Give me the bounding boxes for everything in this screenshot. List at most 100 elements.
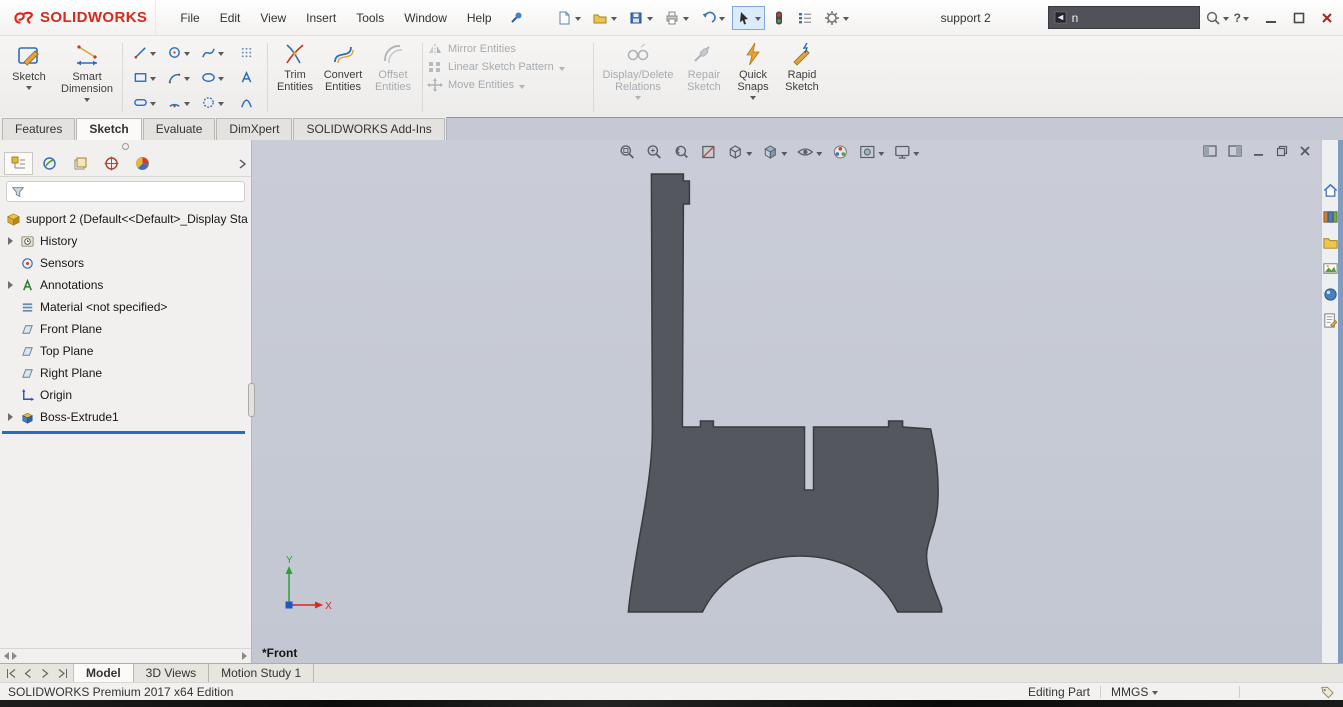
repair-sketch-button[interactable]: Repair Sketch [678,38,730,114]
expand-arrow-icon[interactable] [8,413,13,421]
zoom-fit-button[interactable] [617,142,637,162]
filter-input[interactable] [6,181,245,202]
next-tab-button[interactable] [38,668,52,678]
tab-dimxpertmanager[interactable] [97,152,126,175]
design-library-button[interactable] [1320,206,1340,226]
appearances-button[interactable] [1320,284,1340,304]
ellipse-tool[interactable] [201,70,216,85]
close-button[interactable] [1315,7,1339,29]
home-button[interactable] [1320,180,1340,200]
custom-properties-button[interactable] [1320,310,1340,330]
three-point-arc-tool[interactable] [167,95,182,110]
slot-tool[interactable] [133,95,148,110]
custom-properties-tag-button[interactable] [1320,685,1335,699]
file-explorer-button[interactable] [1320,232,1340,252]
zoom-to-area-button[interactable] [644,142,664,162]
search-button[interactable] [1205,10,1229,26]
tree-item-sensors[interactable]: Sensors [0,252,251,274]
rollback-bar[interactable] [2,431,245,434]
menu-insert[interactable]: Insert [296,6,346,30]
tree-item-origin[interactable]: Origin [0,384,251,406]
tab-features[interactable]: Features [2,118,76,140]
new-document-button[interactable] [552,6,585,30]
panel-splitter-handle[interactable] [248,383,255,417]
tree-item-material[interactable]: Material <not specified> [0,296,251,318]
tree-item-top-plane[interactable]: Top Plane [0,340,251,362]
units-selector[interactable]: MMGS [1111,685,1229,699]
display-delete-relations-button[interactable]: Display/Delete Relations [598,38,678,114]
view-palette-button[interactable] [1320,258,1340,278]
open-button[interactable] [588,6,621,30]
tab-featuremanager-tree[interactable] [4,152,33,175]
help-button[interactable]: ? [1234,11,1249,25]
scroll-right-icon[interactable] [12,652,17,660]
previous-view-button[interactable] [671,142,691,162]
quick-snaps-button[interactable]: Quick Snaps [730,38,776,114]
interface-options-button[interactable] [768,6,790,30]
sketch-picture-tool[interactable] [239,45,254,60]
menu-window[interactable]: Window [394,6,457,30]
tree-item-boss-extrude1[interactable]: Boss-Extrude1 [0,406,251,428]
view-settings-button[interactable] [892,142,920,162]
expand-arrow-icon[interactable] [8,281,13,289]
pin-menu-button[interactable] [508,10,524,26]
section-view-button[interactable] [698,142,718,162]
doc-minimize-button[interactable] [1253,145,1265,157]
graphics-area[interactable]: Y X *Front [252,140,1321,663]
smart-dimension-button[interactable]: Smart Dimension [56,38,118,114]
perimeter-circle-tool[interactable] [201,95,216,110]
command-list-button[interactable] [793,6,817,30]
tab-sketch[interactable]: Sketch [76,118,142,140]
maximize-button[interactable] [1287,7,1311,29]
tree-item-history[interactable]: History [0,230,251,252]
select-button[interactable] [731,5,765,30]
tree-root[interactable]: support 2 (Default<<Default>_Display Sta [0,208,251,230]
tab-model[interactable]: Model [74,664,134,682]
last-tab-button[interactable] [55,668,69,678]
tab-dimxpert[interactable]: DimXpert [216,118,293,140]
first-tab-button[interactable] [4,668,18,678]
tab-configurationmanager[interactable] [66,152,95,175]
apply-scene-button[interactable] [857,142,885,162]
sketch-tool-button[interactable]: Sketch [2,38,56,114]
settings-button[interactable] [820,6,853,30]
tab-solidworks-add-ins[interactable]: SOLIDWORKS Add-Ins [293,118,445,140]
menu-tools[interactable]: Tools [346,6,394,30]
tree-item-annotations[interactable]: Annotations [0,274,251,296]
edit-appearance-button[interactable] [830,142,850,162]
move-entities-button[interactable]: Move Entities [427,78,589,92]
menu-help[interactable]: Help [457,6,502,30]
split-pane-right-button[interactable] [1228,145,1242,157]
split-pane-left-button[interactable] [1203,145,1217,157]
menu-edit[interactable]: Edit [210,6,251,30]
circle-tool[interactable] [167,45,182,60]
tab-propertymanager[interactable] [35,152,64,175]
menu-file[interactable]: File [170,6,209,30]
panel-flyout-icon[interactable] [242,652,247,660]
search-input[interactable]: n [1047,6,1200,29]
conic-tool[interactable] [239,95,254,110]
panel-horizontal-scrollbar[interactable] [0,648,251,663]
tree-item-front-plane[interactable]: Front Plane [0,318,251,340]
hide-show-items-button[interactable] [795,142,823,162]
tab-motion-study-1[interactable]: Motion Study 1 [209,664,315,682]
part-body[interactable] [627,173,943,613]
arc-tool[interactable] [167,70,182,85]
text-tool[interactable] [239,70,254,85]
display-style-button[interactable] [760,142,788,162]
view-orientation-button[interactable] [725,142,753,162]
save-button[interactable] [624,6,657,30]
rapid-sketch-button[interactable]: Rapid Sketch [776,38,828,114]
linear-sketch-pattern-button[interactable]: Linear Sketch Pattern [427,60,589,74]
previous-tab-button[interactable] [21,668,35,678]
tab-3d-views[interactable]: 3D Views [134,664,210,682]
panel-tab-overflow-arrow[interactable] [237,158,247,169]
offset-entities-button[interactable]: Offset Entities [368,38,418,114]
print-button[interactable] [660,6,693,30]
tree-item-right-plane[interactable]: Right Plane [0,362,251,384]
mirror-entities-button[interactable]: Mirror Entities [427,42,589,56]
rectangle-tool[interactable] [133,70,148,85]
menu-view[interactable]: View [250,6,296,30]
trim-entities-button[interactable]: Trim Entities [272,38,318,114]
minimize-button[interactable] [1259,7,1283,29]
